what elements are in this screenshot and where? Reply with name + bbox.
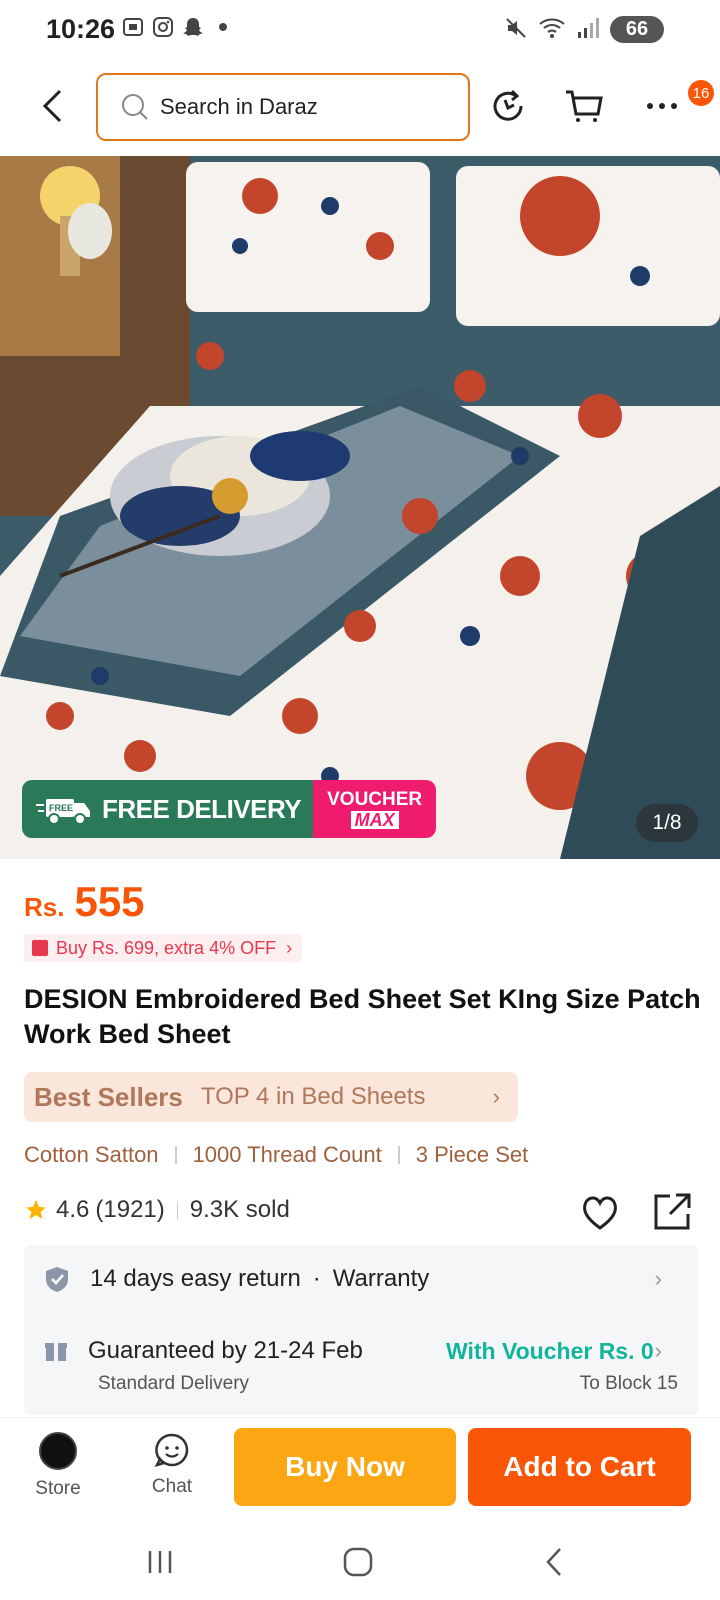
delivery-type: Standard Delivery: [98, 1373, 250, 1394]
free-tag: FREE: [49, 803, 73, 813]
offer-tag[interactable]: Buy Rs. 699, extra 4% OFF ›: [24, 934, 303, 962]
attribute-pieces: 3 Piece Set: [415, 1142, 529, 1167]
status-icons-right: [504, 16, 600, 45]
promo-banner: FREE FREE DELIVERY VOUCHER MAX: [22, 780, 437, 838]
star-icon: [26, 1200, 46, 1219]
chevron-left-icon: [42, 89, 62, 123]
attribute-thread-count: 1000 Thread Count: [192, 1142, 382, 1167]
chat-button[interactable]: Chat: [136, 1432, 208, 1498]
more-menu-button[interactable]: [640, 84, 684, 128]
voucher-max-label: MAX: [350, 810, 399, 829]
signal-icon: [576, 16, 600, 45]
bed-sheet-photo: [0, 156, 720, 859]
wishlist-button[interactable]: [578, 1190, 622, 1234]
shield-check-icon: [46, 1267, 68, 1292]
share-icon: [654, 1193, 691, 1230]
cart-button[interactable]: [562, 84, 606, 128]
divider: [174, 1146, 177, 1164]
history-icon: [493, 89, 523, 121]
sold-count: 9.3K sold: [189, 1196, 290, 1223]
bestseller-rank: TOP 4 in Bed Sheets: [200, 1083, 426, 1110]
chat-icon: [154, 1433, 189, 1467]
image-counter: 1/8: [636, 804, 698, 842]
review-count: (1921): [95, 1196, 165, 1223]
notification-badge: 16: [688, 80, 714, 106]
divider: [176, 1201, 178, 1219]
chat-label: Chat: [151, 1476, 193, 1497]
divider: [397, 1146, 400, 1164]
store-label: Store: [35, 1478, 81, 1499]
offer-text: Buy Rs. 699, extra 4% OFF: [56, 937, 277, 958]
search-icon: [122, 94, 148, 120]
price-currency: Rs.: [24, 892, 65, 922]
package-icon: [45, 1343, 67, 1361]
voucher-offer: With Voucher Rs. 0: [446, 1337, 654, 1364]
attribute-material: Cotton Satton: [24, 1142, 159, 1167]
service-panel: 14 days easy return · Warranty › Guarant…: [24, 1245, 698, 1415]
dot-separator: ·: [312, 1265, 321, 1292]
chevron-right-icon: ›: [654, 1266, 662, 1291]
offer-icon: [32, 940, 48, 956]
product-attributes: Cotton Satton 1000 Thread Count 3 Piece …: [24, 1142, 528, 1168]
delivery-location: To Block 15: [579, 1373, 678, 1394]
voucher-max-badge: VOUCHER MAX: [313, 780, 437, 838]
rating-value: 4.6: [56, 1196, 90, 1223]
header: Search in Daraz 16: [0, 66, 720, 150]
status-time: 10:26: [46, 14, 116, 44]
chevron-right-icon: ›: [492, 1084, 500, 1109]
bestseller-banner[interactable]: Best Sellers TOP 4 in Bed Sheets ›: [24, 1072, 518, 1122]
add-to-cart-button[interactable]: Add to Cart: [468, 1428, 691, 1506]
back-icon: [546, 1548, 561, 1576]
cart-icon: [566, 90, 603, 122]
battery-icon: 66: [610, 16, 664, 43]
battery-level: 66: [625, 18, 649, 40]
price-value: 555: [74, 878, 145, 925]
recent-apps-button[interactable]: [140, 1542, 180, 1582]
chevron-right-icon: ›: [286, 937, 293, 958]
back-button[interactable]: [32, 84, 72, 128]
mute-icon: [504, 16, 528, 45]
recent-apps-icon: [148, 1551, 172, 1573]
free-delivery-label: FREE DELIVERY: [102, 793, 302, 824]
price: Rs. 555: [24, 878, 145, 926]
product-title: DESION Embroidered Bed Sheet Set KIng Si…: [24, 984, 701, 1049]
dot-icon: [212, 16, 234, 38]
share-button[interactable]: [650, 1190, 694, 1234]
return-warranty-row[interactable]: 14 days easy return · Warranty ›: [44, 1265, 684, 1293]
system-nav-bar: [0, 1520, 720, 1600]
rating-row[interactable]: 4.6 (1921) 9.3K sold: [24, 1196, 290, 1224]
voucher-label: VOUCHER: [327, 788, 423, 810]
product-image[interactable]: FREE FREE DELIVERY VOUCHER MAX 1/8: [0, 156, 720, 859]
store-button[interactable]: Store: [22, 1432, 94, 1500]
status-bar: 10:26 66: [0, 0, 720, 62]
store-avatar: [39, 1432, 77, 1470]
bestseller-label: Best Sellers: [34, 1081, 183, 1112]
more-icon: [647, 103, 677, 109]
wifi-icon: [538, 16, 566, 45]
status-icons-left: [122, 16, 234, 38]
search-input[interactable]: Search in Daraz: [96, 73, 470, 141]
chevron-right-icon: ›: [654, 1338, 662, 1363]
delivery-guarantee: Guaranteed by 21-24 Feb: [88, 1337, 363, 1364]
snapchat-icon: [182, 16, 204, 38]
system-back-button[interactable]: [534, 1542, 574, 1582]
screenshot-icon: [122, 16, 144, 38]
home-button[interactable]: [338, 1542, 378, 1582]
buy-now-button[interactable]: Buy Now: [234, 1428, 456, 1506]
instagram-icon: [152, 16, 174, 38]
free-delivery-badge: FREE FREE DELIVERY: [22, 780, 314, 838]
search-placeholder: Search in Daraz: [160, 94, 318, 119]
warranty-label: Warranty: [332, 1265, 430, 1292]
bottom-action-bar: Store Chat Buy Now Add to Cart: [0, 1417, 720, 1517]
delivery-row[interactable]: Guaranteed by 21-24 Feb With Voucher Rs.…: [44, 1337, 684, 1365]
history-button[interactable]: [486, 84, 530, 128]
delivery-truck-icon: FREE: [36, 799, 90, 825]
return-policy: 14 days easy return: [90, 1265, 301, 1292]
home-icon: [343, 1547, 373, 1577]
heart-icon: [583, 1196, 617, 1230]
